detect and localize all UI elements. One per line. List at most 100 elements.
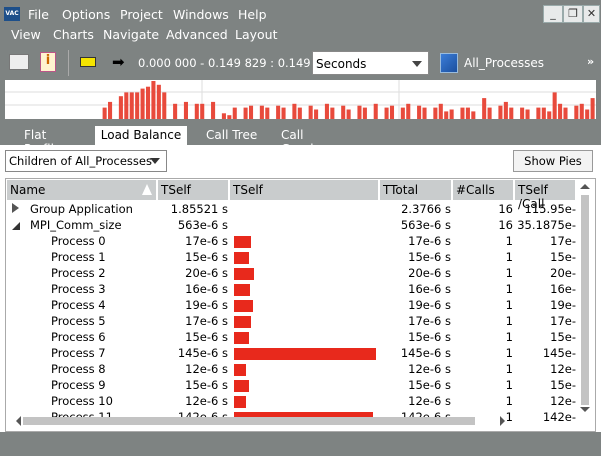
- table-row[interactable]: Process 9 15e-6 s 15e-6 s 1 15e-: [6, 377, 576, 393]
- row-ttotal: 2.3766 s: [401, 202, 451, 216]
- timeline-bar: [308, 105, 313, 119]
- goto-arrow-icon[interactable]: ➡: [112, 54, 130, 72]
- menu-windows[interactable]: Windows: [173, 7, 229, 22]
- timeline-bar: [124, 92, 129, 119]
- timeline-bar: [362, 107, 367, 119]
- timeline-bar: [357, 105, 362, 119]
- vertical-scrollbar[interactable]: [578, 181, 592, 419]
- close-button[interactable]: ✕: [583, 5, 600, 23]
- scroll-right-icon[interactable]: [500, 416, 505, 426]
- report-icon[interactable]: [9, 54, 29, 70]
- children-of-value: Children of All_Processes: [9, 154, 152, 168]
- timeline-bar: [346, 109, 351, 119]
- timeline-bar: [482, 98, 487, 119]
- info-icon[interactable]: i: [40, 52, 56, 72]
- tself-bar: [234, 316, 251, 328]
- ruler-icon[interactable]: [80, 57, 96, 67]
- units-select[interactable]: Seconds: [312, 51, 429, 75]
- menu-layout[interactable]: Layout: [235, 27, 278, 42]
- row-calls: 1: [505, 314, 513, 328]
- menu-project[interactable]: Project: [120, 7, 163, 22]
- timeline-chart[interactable]: [5, 80, 596, 119]
- expand-icon[interactable]: [12, 203, 19, 213]
- column-header-ttotal[interactable]: TTotal: [380, 180, 451, 200]
- table-row[interactable]: Process 10 12e-6 s 12e-6 s 1 12e-: [6, 393, 576, 409]
- tab-call-tree[interactable]: Call Tree: [206, 126, 266, 146]
- show-pies-button[interactable]: Show Pies: [513, 150, 593, 172]
- column-header-tself-per-call[interactable]: TSelf /Call: [515, 180, 575, 211]
- scroll-up-icon[interactable]: [580, 184, 590, 189]
- toolbar-overflow-button[interactable]: »: [587, 55, 594, 68]
- row-tself: 15e-6 s: [185, 250, 228, 264]
- load-balance-table: Name TSelf TSelf TTotal #Calls TSelf /Ca…: [5, 178, 596, 432]
- row-tself-per-call: 15e-: [550, 330, 576, 344]
- timeline-bar: [324, 103, 329, 119]
- minimize-button[interactable]: _: [543, 5, 563, 23]
- row-tself: 20e-6 s: [185, 266, 228, 280]
- table-row[interactable]: Process 7 145e-6 s 145e-6 s 1 145e-: [6, 345, 576, 361]
- timeline-bar: [389, 105, 395, 119]
- menu-options[interactable]: Options: [62, 7, 110, 22]
- children-of-select[interactable]: Children of All_Processes: [5, 150, 167, 172]
- timeline-bar: [422, 107, 427, 119]
- app-logo: VAC: [4, 7, 20, 21]
- column-header-tself[interactable]: TSelf: [158, 180, 228, 200]
- timeline-bar: [541, 107, 546, 119]
- scroll-left-icon[interactable]: [16, 416, 21, 426]
- row-tself: 563e-6 s: [177, 218, 228, 232]
- table-row[interactable]: Process 1 15e-6 s 15e-6 s 1 15e-: [6, 249, 576, 265]
- row-name: MPI_Comm_size: [30, 218, 122, 232]
- table-row[interactable]: Process 0 17e-6 s 17e-6 s 1 17e-: [6, 233, 576, 249]
- row-ttotal: 12e-6 s: [408, 394, 451, 408]
- row-calls: 1: [505, 378, 513, 392]
- timeline-bar: [173, 103, 178, 119]
- tself-bar: [234, 332, 249, 344]
- menu-help[interactable]: Help: [238, 7, 267, 22]
- row-calls: 1: [505, 266, 513, 280]
- timeline-bar: [536, 107, 541, 119]
- tab-call-graph[interactable]: Call Graph: [281, 126, 341, 156]
- table-row[interactable]: Process 3 16e-6 s 16e-6 s 1 16e-: [6, 281, 576, 297]
- menu-file[interactable]: File: [28, 7, 49, 22]
- tab-load-balance[interactable]: Load Balance: [95, 126, 187, 146]
- tab-flat-profile[interactable]: Flat Profile: [24, 126, 84, 156]
- row-tself: 12e-6 s: [185, 362, 228, 376]
- collapse-icon[interactable]: [12, 222, 20, 230]
- table-row[interactable]: Process 8 12e-6 s 12e-6 s 1 12e-: [6, 361, 576, 377]
- horizontal-scrollbar[interactable]: [10, 415, 576, 427]
- horizontal-scroll-thumb[interactable]: [23, 417, 475, 425]
- table-row[interactable]: Process 5 17e-6 s 17e-6 s 1 17e-: [6, 313, 576, 329]
- tself-bar: [234, 348, 377, 360]
- row-ttotal: 16e-6 s: [408, 282, 451, 296]
- timeline-bar: [400, 107, 405, 119]
- scroll-down-icon[interactable]: [580, 407, 590, 412]
- column-header-name[interactable]: Name: [7, 180, 156, 200]
- restore-button[interactable]: ❐: [563, 5, 583, 23]
- row-calls: 1: [505, 394, 513, 408]
- timeline-bar: [449, 109, 454, 119]
- table-row[interactable]: Process 2 20e-6 s 20e-6 s 1 20e-: [6, 265, 576, 281]
- process-group-label[interactable]: All_Processes: [464, 56, 544, 70]
- vertical-scroll-thumb[interactable]: [581, 195, 589, 405]
- tself-bar: [234, 300, 253, 312]
- column-header-tself-bar[interactable]: TSelf: [230, 180, 378, 200]
- timeline-bar: [221, 113, 226, 119]
- timeline-bar: [547, 111, 552, 119]
- tself-bar: [234, 380, 249, 392]
- timeline-bar: [314, 109, 319, 119]
- row-tself: 15e-6 s: [185, 330, 228, 344]
- column-header-calls[interactable]: #Calls: [453, 180, 513, 200]
- table-row[interactable]: MPI_Comm_size 563e-6 s 563e-6 s 16 35.1875e-: [6, 217, 576, 233]
- menu-navigate[interactable]: Navigate: [103, 27, 159, 42]
- row-tself-per-call: 115.95e-: [524, 202, 576, 216]
- timeline-bar: [487, 107, 492, 119]
- menu-advanced[interactable]: Advanced: [166, 27, 228, 42]
- process-group-icon[interactable]: [440, 53, 458, 73]
- units-value: Seconds: [316, 57, 367, 71]
- table-row[interactable]: Group Application 1.85521 s 2.3766 s 16 115.…: [6, 201, 576, 217]
- table-row[interactable]: Process 6 15e-6 s 15e-6 s 1 15e-: [6, 329, 576, 345]
- menu-charts[interactable]: Charts: [53, 27, 94, 42]
- row-calls: 16: [498, 218, 513, 232]
- table-row[interactable]: Process 4 19e-6 s 19e-6 s 1 19e-: [6, 297, 576, 313]
- menu-view[interactable]: View: [11, 27, 41, 42]
